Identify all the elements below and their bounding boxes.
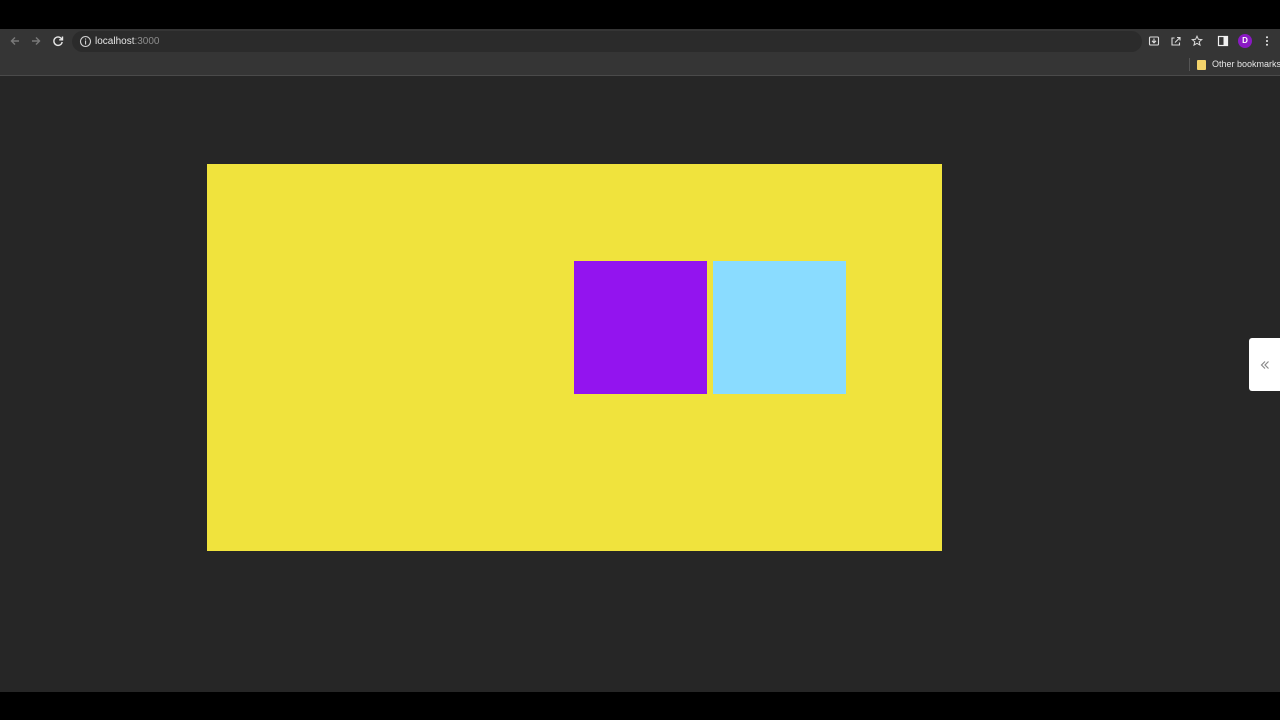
arrow-right-icon [32,37,41,45]
browser-window: localhost:3000 D Other bookmarks [0,29,1280,692]
bookmark-star-button[interactable] [1190,34,1204,48]
star-icon [1191,35,1203,47]
cyan-square[interactable] [713,261,846,394]
forward-button[interactable] [28,33,44,49]
other-bookmarks-label: Other bookmarks [1212,59,1280,69]
reload-icon [53,36,64,46]
page-viewport [0,76,1280,692]
url-host: localhost [95,36,135,47]
side-panel-icon [1217,35,1229,47]
menu-button[interactable] [1260,34,1274,48]
share-button[interactable] [1169,34,1183,48]
reload-button[interactable] [50,33,66,49]
purple-square[interactable] [574,261,707,394]
bookmarks-bar: Other bookmarks [0,54,1280,76]
side-panel-button[interactable] [1216,34,1230,48]
share-icon [1171,36,1181,46]
yellow-container [207,164,942,551]
url-text[interactable]: localhost:3000 [95,35,160,48]
back-button[interactable] [7,33,23,49]
kebab-menu-icon [1266,36,1268,46]
url-port: :3000 [134,36,160,47]
info-icon[interactable] [79,35,92,48]
install-icon [1148,36,1160,46]
arrow-left-icon [10,37,19,45]
double-chevron-left-icon [1260,360,1269,369]
folder-icon [1197,59,1206,70]
profile-avatar[interactable]: D [1238,34,1252,48]
bookmarks-divider [1189,58,1190,71]
other-bookmarks-button[interactable]: Other bookmarks [1197,57,1280,72]
install-button[interactable] [1147,34,1161,48]
address-bar[interactable]: localhost:3000 [72,31,1142,52]
bottom-letterbox [0,692,1280,720]
screen: localhost:3000 D Other bookmarks [0,0,1280,720]
side-panel-toggle[interactable] [1249,338,1280,391]
browser-toolbar: localhost:3000 D [0,29,1280,54]
